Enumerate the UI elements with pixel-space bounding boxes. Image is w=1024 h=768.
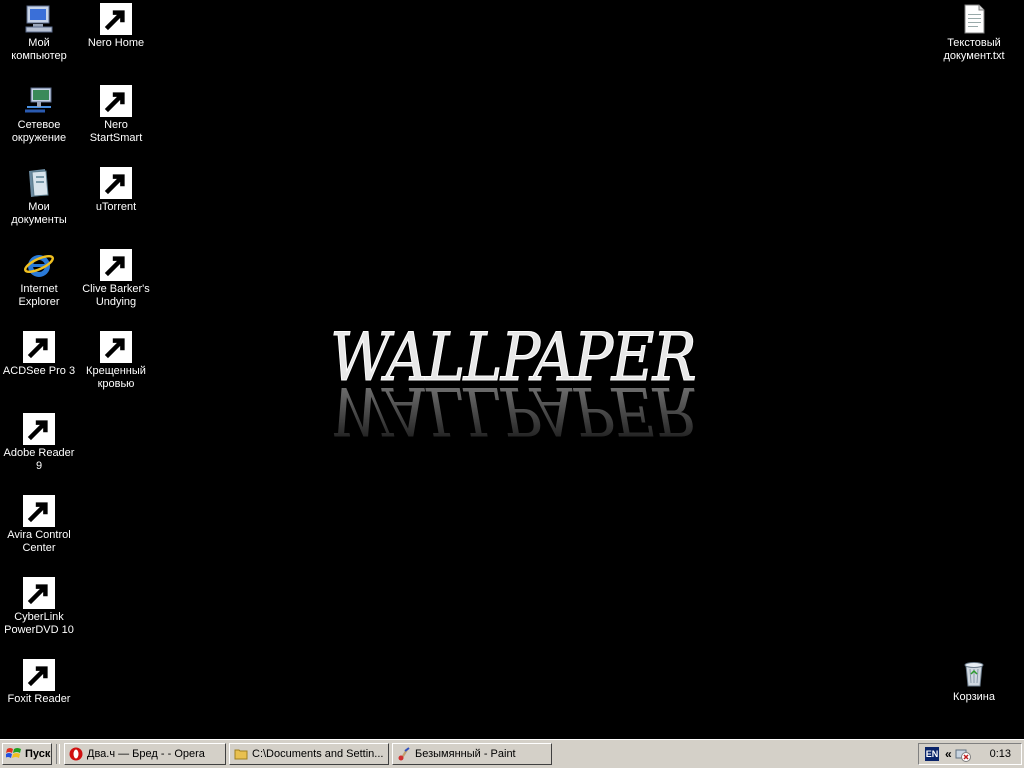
task-label: C:\Documents and Settin...	[252, 748, 384, 760]
opera-icon	[69, 747, 83, 761]
adobe-reader-icon	[23, 413, 55, 445]
shortcut-arrow-icon	[23, 495, 55, 527]
nero-startsmart-icon	[100, 85, 132, 117]
icon-label: ACDSee Pro 3	[2, 365, 76, 377]
icon-label: Крещенный кровью	[86, 365, 146, 390]
desktop-icon-adobe-reader[interactable]: Adobe Reader 9	[0, 413, 78, 473]
shortcut-arrow-icon	[23, 413, 55, 445]
foxit-reader-icon	[23, 659, 55, 691]
system-tray: EN « 0:13	[918, 743, 1022, 765]
desktop-icon-utorrent[interactable]: uTorrent	[77, 167, 155, 214]
icon-label: Сетевое окружение	[11, 119, 67, 144]
show-hidden-icons-button[interactable]: «	[945, 747, 952, 761]
taskbar: Пуск Два.ч — Бред - - Opera C:\Documents…	[0, 739, 1024, 768]
documents-folder-icon	[23, 167, 55, 199]
shortcut-arrow-icon	[100, 85, 132, 117]
start-button[interactable]: Пуск	[2, 743, 52, 765]
text-file-icon	[958, 3, 990, 35]
task-label: Два.ч — Бред - - Opera	[87, 748, 205, 760]
undying-game-icon	[100, 249, 132, 281]
start-label: Пуск	[25, 748, 51, 760]
icon-label: Мой компьютер	[11, 37, 67, 62]
internet-explorer-icon	[23, 249, 55, 281]
shortcut-arrow-icon	[23, 659, 55, 691]
icon-label: Adobe Reader 9	[3, 447, 75, 472]
icon-label: Nero StartSmart	[89, 119, 143, 144]
task-label: Безымянный - Paint	[415, 748, 516, 760]
icon-label: Корзина	[953, 691, 995, 703]
folder-icon	[234, 749, 248, 760]
desktop-icon-text-document[interactable]: Текстовый документ.txt	[935, 3, 1013, 63]
icon-label: CyberLink PowerDVD 10	[4, 611, 74, 636]
wallpaper-logo: WALLPAPER WALLPAPER	[320, 312, 710, 462]
desktop-icon-undying[interactable]: Clive Barker's Undying	[77, 249, 155, 309]
taskbar-button-explorer[interactable]: C:\Documents and Settin...	[229, 743, 389, 765]
shortcut-arrow-icon	[100, 167, 132, 199]
language-indicator[interactable]: EN	[925, 747, 939, 761]
icon-label: Мои документы	[11, 201, 67, 226]
shortcut-arrow-icon	[100, 249, 132, 281]
network-icon	[23, 85, 55, 117]
icon-label: Текстовый документ.txt	[943, 37, 1005, 62]
avira-icon	[23, 495, 55, 527]
desktop: Мой компьютер Сетевое окружение Мои доку…	[0, 0, 1024, 739]
shortcut-arrow-icon	[100, 331, 132, 363]
paint-icon	[398, 747, 410, 761]
shortcut-arrow-icon	[23, 577, 55, 609]
network-disconnected-icon[interactable]	[955, 746, 971, 762]
desktop-icon-internet-explorer[interactable]: Internet Explorer	[0, 249, 78, 309]
acdsee-icon	[23, 331, 55, 363]
taskbar-button-opera[interactable]: Два.ч — Бред - - Opera	[64, 743, 226, 765]
icon-label: Nero Home	[87, 37, 145, 49]
icon-label: uTorrent	[95, 201, 137, 213]
taskbar-separator	[56, 744, 60, 764]
desktop-icon-avira[interactable]: Avira Control Center	[0, 495, 78, 555]
utorrent-icon	[100, 167, 132, 199]
desktop-icon-my-computer[interactable]: Мой компьютер	[0, 3, 78, 63]
icon-label: Avira Control Center	[7, 529, 71, 554]
shortcut-arrow-icon	[100, 3, 132, 35]
icon-label: Clive Barker's Undying	[82, 283, 150, 308]
nero-home-icon	[100, 3, 132, 35]
desktop-icon-blood[interactable]: Крещенный кровью	[77, 331, 155, 391]
taskbar-button-paint[interactable]: Безымянный - Paint	[392, 743, 552, 765]
icon-label: Internet Explorer	[18, 283, 60, 308]
desktop-icon-powerdvd[interactable]: CyberLink PowerDVD 10	[0, 577, 78, 637]
desktop-icon-my-documents[interactable]: Мои документы	[0, 167, 78, 227]
clock[interactable]: 0:13	[990, 748, 1011, 760]
skull-game-icon	[100, 331, 132, 363]
wallpaper-reflection: WALLPAPER	[330, 372, 695, 449]
desktop-icon-network[interactable]: Сетевое окружение	[0, 85, 78, 145]
powerdvd-icon	[23, 577, 55, 609]
windows-logo-icon	[6, 748, 21, 758]
desktop-icon-foxit[interactable]: Foxit Reader	[0, 659, 78, 706]
icon-label: Foxit Reader	[7, 693, 71, 705]
desktop-icon-nero-startsmart[interactable]: Nero StartSmart	[77, 85, 155, 145]
computer-icon	[23, 3, 55, 35]
desktop-icon-recycle-bin[interactable]: Корзина	[935, 657, 1013, 704]
desktop-icon-nero-home[interactable]: Nero Home	[77, 3, 155, 50]
recycle-bin-icon	[958, 657, 990, 689]
desktop-icon-acdsee[interactable]: ACDSee Pro 3	[0, 331, 78, 378]
shortcut-arrow-icon	[23, 331, 55, 363]
